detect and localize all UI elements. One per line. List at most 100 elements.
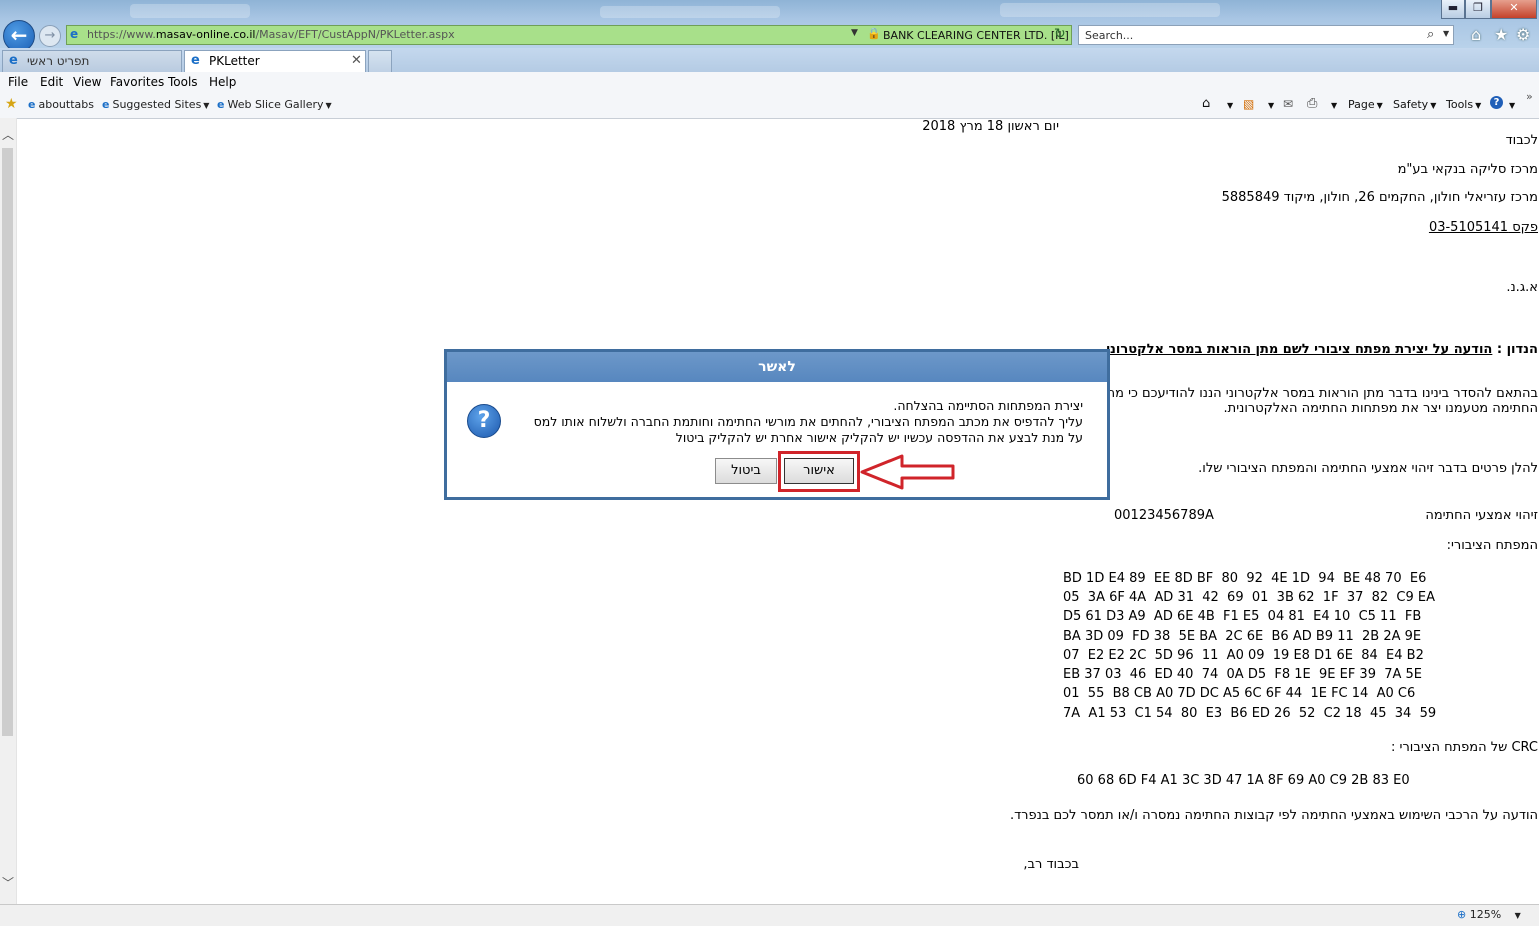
chevron-down-icon[interactable]: ﹀: [2, 874, 14, 891]
public-key-line: 01 55 B8 CB A0 7D DC A5 6C 6F 44 1E FC 1…: [1063, 686, 1416, 701]
titlebar-decoration: [1000, 3, 1220, 17]
letter-org: מרכז סליקה בנקאי בע"מ: [1397, 162, 1538, 177]
chevron-down-icon[interactable]: ▼: [1507, 98, 1515, 111]
zoom-control[interactable]: ⊕ 125% ▼: [1457, 908, 1521, 921]
url-prefix: https://www.: [87, 28, 156, 41]
chevron-down-icon: ▼: [1514, 911, 1521, 920]
read-mail-icon[interactable]: ✉: [1283, 97, 1293, 111]
arrow-left-icon: ←: [10, 23, 28, 47]
tab-main-menu[interactable]: e תפריט ראשי: [2, 50, 182, 72]
confirm-dialog: לאשר ? יצירת המפתחות הסתיימה בהצלחה. עלי…: [444, 349, 1110, 500]
minimize-button[interactable]: ▬: [1441, 0, 1465, 19]
home-icon[interactable]: ⌂: [1471, 25, 1481, 44]
favorites-star-icon[interactable]: ★: [5, 96, 18, 112]
public-key-label: המפתח הציבורי:: [1446, 538, 1538, 553]
titlebar-decoration: [600, 6, 780, 18]
rss-feed-icon[interactable]: ▧: [1243, 97, 1254, 111]
chevron-down-icon: ▼: [1430, 101, 1437, 110]
favorite-suggested-sites[interactable]: e Suggested Sites ▼: [102, 98, 209, 111]
search-dropdown-icon[interactable]: ▼: [1443, 29, 1449, 38]
public-key-line: EB 37 03 46 ED 40 74 0A D5 F8 1E 9E EF 3…: [1063, 667, 1423, 682]
chevron-down-icon: ▼: [1475, 101, 1482, 110]
menu-tools[interactable]: Tools: [168, 75, 198, 89]
forward-button[interactable]: →: [39, 25, 61, 47]
chevron-down-icon[interactable]: ▼: [1329, 98, 1337, 111]
print-icon[interactable]: ⎙: [1307, 96, 1317, 111]
chevron-down-icon: ▼: [203, 101, 210, 110]
favorite-label: abouttabs: [38, 98, 94, 111]
public-key-line: 7A A1 53 C1 54 80 E3 B6 ED 26 52 C2 18 4…: [1063, 706, 1437, 721]
address-bar[interactable]: e https://www.masav-online.co.il/Masav/E…: [66, 25, 1072, 45]
signer-id-value: 00123456789A: [1114, 508, 1214, 523]
certificate-label[interactable]: BANK CLEARING CENTER LTD. [IL]: [883, 29, 1069, 42]
ie-page-icon: e: [9, 53, 18, 68]
crc-label: CRC של המפתח הציבורי :: [1391, 740, 1538, 755]
page-menu-button[interactable]: Page ▼: [1348, 98, 1383, 111]
letter-date: יום ראשון 18 מרץ 2018: [922, 119, 1059, 134]
cancel-button[interactable]: ביטול: [715, 458, 777, 484]
address-url[interactable]: https://www.masav-online.co.il/Masav/EFT…: [87, 28, 455, 41]
question-icon: ?: [467, 404, 501, 438]
menu-favorites[interactable]: Favorites: [110, 75, 164, 89]
ie-page-icon: e: [70, 27, 79, 41]
chevron-double-right-icon[interactable]: »: [1526, 90, 1533, 103]
signer-id-label: זיהוי אמצעי החתימה: [1425, 508, 1538, 523]
lock-icon[interactable]: 🔒: [867, 27, 881, 40]
crc-value: 60 68 6D F4 A1 3C 3D 47 1A 8F 69 A0 C9 2…: [1077, 773, 1410, 788]
scrollbar-thumb[interactable]: [2, 148, 13, 736]
search-input[interactable]: Search... ⌕ ▼: [1078, 25, 1454, 45]
vertical-scrollbar[interactable]: ︿ ﹀: [0, 118, 17, 904]
subject-text: הודעה על יצירת מפתח ציבורי לשם מתן הוראו…: [1106, 342, 1493, 357]
favorites-bar: ★ e abouttabs e Suggested Sites ▼ e Web Slic…: [0, 90, 1539, 119]
ok-button-highlight: [778, 451, 860, 492]
chevron-down-icon[interactable]: ▼: [1225, 98, 1233, 111]
new-tab-button[interactable]: [368, 50, 392, 72]
close-tab-icon[interactable]: ✕: [351, 51, 362, 71]
menu-help[interactable]: Help: [209, 75, 236, 89]
chevron-down-icon: ▼: [1376, 101, 1383, 110]
public-key-line: D5 61 D3 A9 AD 6E 4B F1 E5 04 81 E4 10 C…: [1063, 609, 1422, 624]
letter-paragraph-2: להלן פרטים בדבר זיהוי אמצעי החתימה והמפת…: [1198, 461, 1538, 476]
favorite-abouttabs[interactable]: e abouttabs: [28, 98, 94, 111]
help-icon[interactable]: ?: [1490, 96, 1503, 109]
letter-to: לכבוד: [1505, 133, 1538, 148]
tools-menu-button[interactable]: Tools ▼: [1446, 98, 1481, 111]
gear-icon[interactable]: ⚙: [1516, 25, 1530, 44]
letter-subject: הנדון : הודעה על יצירת מפתח ציבורי לשם מ…: [1106, 342, 1538, 357]
dialog-message-line-2: עליך להדפיס את מכתב המפתח הציבורי, להחתי…: [533, 414, 1083, 429]
safety-menu-button[interactable]: Safety ▼: [1393, 98, 1436, 111]
zoom-level: 125%: [1469, 908, 1502, 921]
public-key-line: 05 3A 6F 4A AD 31 42 69 01 3B 62 1F 37 8…: [1063, 590, 1436, 605]
arrow-right-icon: →: [44, 28, 56, 43]
titlebar-decoration: [130, 4, 250, 18]
menu-edit[interactable]: Edit: [40, 75, 63, 89]
search-icon[interactable]: ⌕: [1427, 27, 1434, 42]
tab-strip: e תפריט ראשי e PKLetter ✕: [0, 48, 1539, 72]
refresh-icon[interactable]: ↻: [1054, 26, 1066, 42]
favorite-web-slice-gallery[interactable]: e Web Slice Gallery ▼: [217, 98, 332, 111]
tab-pkletter[interactable]: e PKLetter ✕: [184, 50, 366, 72]
command-label: Tools: [1446, 98, 1474, 111]
home-icon[interactable]: ⌂: [1202, 96, 1210, 111]
menu-bar: File Edit View Favorites Tools Help: [0, 72, 1539, 95]
favorite-label: Suggested Sites: [112, 98, 202, 111]
letter-address: מרכז עזריאלי חולון, החקמים 26, חולון, מי…: [1221, 190, 1538, 205]
ie-page-icon: e: [191, 53, 200, 68]
dialog-title: לאשר: [447, 352, 1107, 382]
chevron-down-icon[interactable]: ▼: [1266, 98, 1274, 111]
url-domain: masav-online.co.il: [155, 28, 256, 41]
ie-page-icon: e: [217, 98, 225, 111]
address-dropdown-icon[interactable]: ▼: [851, 28, 858, 38]
close-window-button[interactable]: ✕: [1491, 0, 1537, 19]
maximize-button[interactable]: ❐: [1465, 0, 1491, 19]
menu-view[interactable]: View: [73, 75, 101, 89]
letter-paragraph-1b: החתימה מטעמנו יצר את מפתחות החתימה האלקט…: [1223, 401, 1538, 416]
arrow-left-annotation-icon: [860, 454, 955, 490]
search-placeholder: Search...: [1085, 29, 1134, 42]
favorites-star-icon[interactable]: ★: [1494, 25, 1508, 44]
dialog-message-line-3: על מנת לבצע את ההדפסה עכשיו יש להקליק אי…: [675, 430, 1083, 445]
command-label: Safety: [1393, 98, 1429, 111]
command-label: Page: [1348, 98, 1375, 111]
chevron-up-icon[interactable]: ︿: [2, 126, 14, 143]
menu-file[interactable]: File: [8, 75, 28, 89]
